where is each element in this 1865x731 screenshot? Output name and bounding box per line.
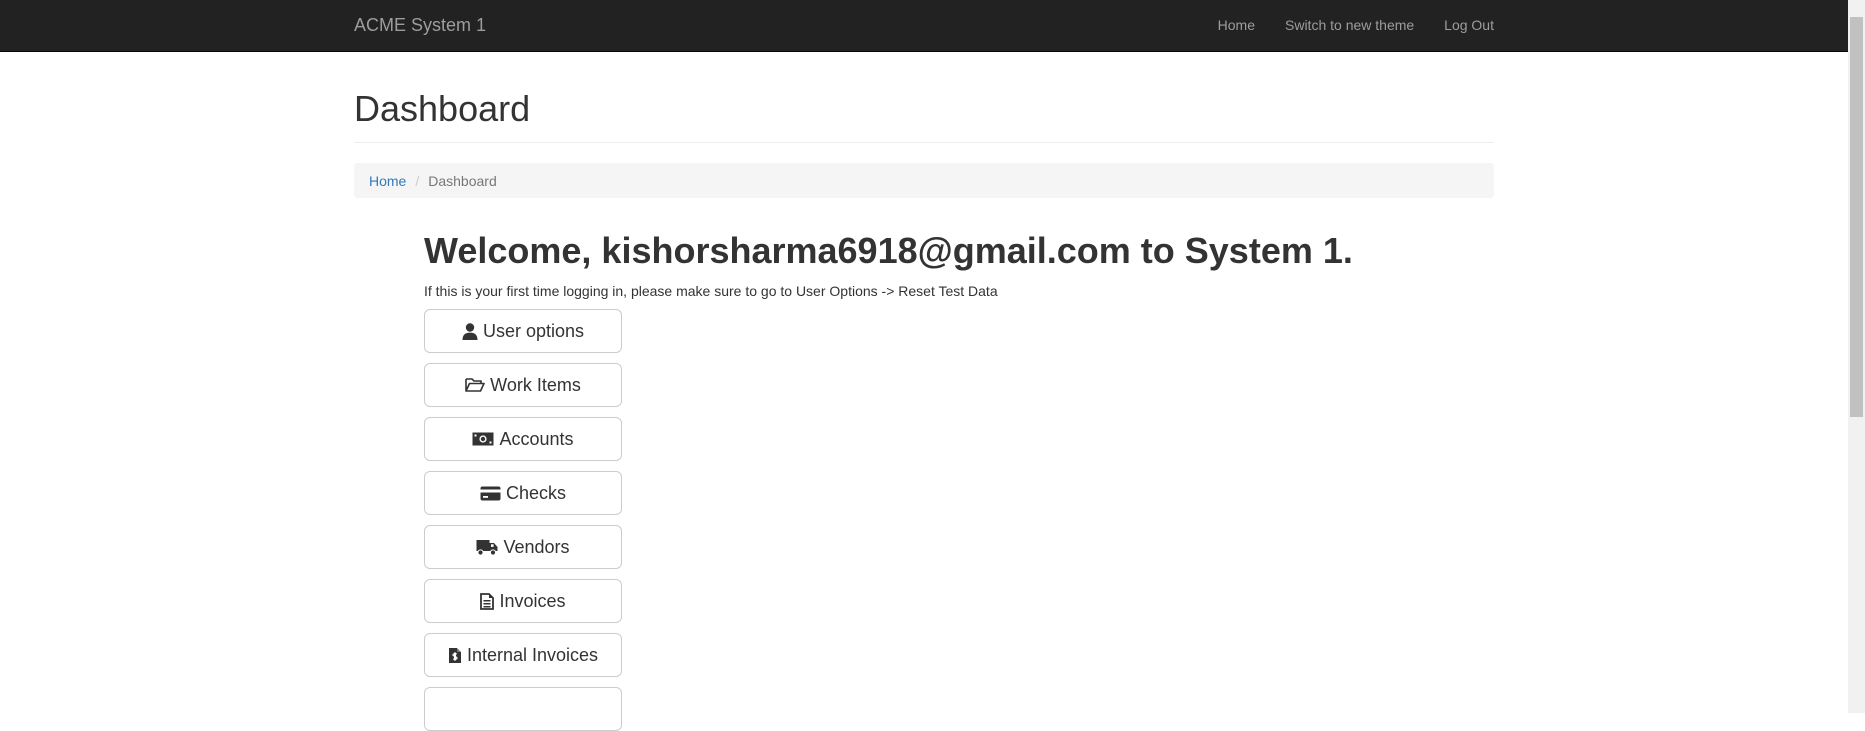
folder-open-icon — [465, 377, 485, 393]
invoices-button[interactable]: Invoices — [424, 579, 622, 623]
welcome-heading: Welcome, kishorsharma6918@gmail.com to S… — [424, 231, 1494, 271]
work-items-label: Work Items — [490, 374, 581, 395]
page-title: Dashboard — [354, 51, 1494, 143]
work-items-button[interactable]: Work Items — [424, 363, 622, 407]
user-options-label: User options — [482, 320, 585, 341]
welcome-email: kishorsharma6918@gmail.com — [601, 230, 1131, 271]
main-container: Dashboard Home / Dashboard Welcome, kish… — [354, 51, 1494, 731]
brand-link[interactable]: ACME System 1 — [354, 15, 486, 35]
truck-icon — [476, 539, 498, 556]
breadcrumb-separator: / — [415, 172, 420, 189]
checks-label: Checks — [505, 482, 567, 503]
more-options-button[interactable] — [424, 687, 622, 731]
breadcrumb: Home / Dashboard — [354, 163, 1494, 198]
top-navbar: ACME System 1 Home Switch to new theme L… — [0, 0, 1848, 52]
accounts-button[interactable]: Accounts — [424, 417, 622, 461]
breadcrumb-home-link[interactable]: Home — [369, 173, 406, 189]
internal-invoices-button[interactable]: Internal Invoices — [424, 633, 622, 677]
vendors-button[interactable]: Vendors — [424, 525, 622, 569]
user-icon — [462, 322, 478, 340]
nav-links: Home Switch to new theme Log Out — [1218, 17, 1494, 33]
nav-home-link[interactable]: Home — [1218, 17, 1255, 33]
welcome-suffix: to System 1. — [1140, 230, 1353, 271]
invoices-label: Invoices — [499, 590, 566, 611]
dashboard-content: Welcome, kishorsharma6918@gmail.com to S… — [424, 231, 1494, 731]
first-login-hint: If this is your first time logging in, p… — [424, 283, 998, 299]
welcome-prefix: Welcome, — [424, 230, 592, 271]
user-options-button[interactable]: User options — [424, 309, 622, 353]
money-icon — [472, 432, 494, 446]
vendors-label: Vendors — [503, 536, 570, 557]
nav-switch-theme-link[interactable]: Switch to new theme — [1285, 17, 1414, 33]
file-invoice-icon — [448, 647, 462, 664]
dashboard-button-list: User options Work Items Accounts Checks — [424, 309, 1494, 731]
breadcrumb-current: Dashboard — [428, 172, 497, 189]
internal-invoices-label: Internal Invoices — [466, 644, 599, 665]
scrollbar-thumb[interactable] — [1850, 17, 1863, 417]
vertical-scrollbar[interactable] — [1848, 0, 1865, 713]
nav-logout-link[interactable]: Log Out — [1444, 17, 1494, 33]
checks-button[interactable]: Checks — [424, 471, 622, 515]
accounts-label: Accounts — [499, 428, 574, 449]
file-text-icon — [480, 592, 495, 610]
credit-card-icon — [480, 486, 501, 501]
